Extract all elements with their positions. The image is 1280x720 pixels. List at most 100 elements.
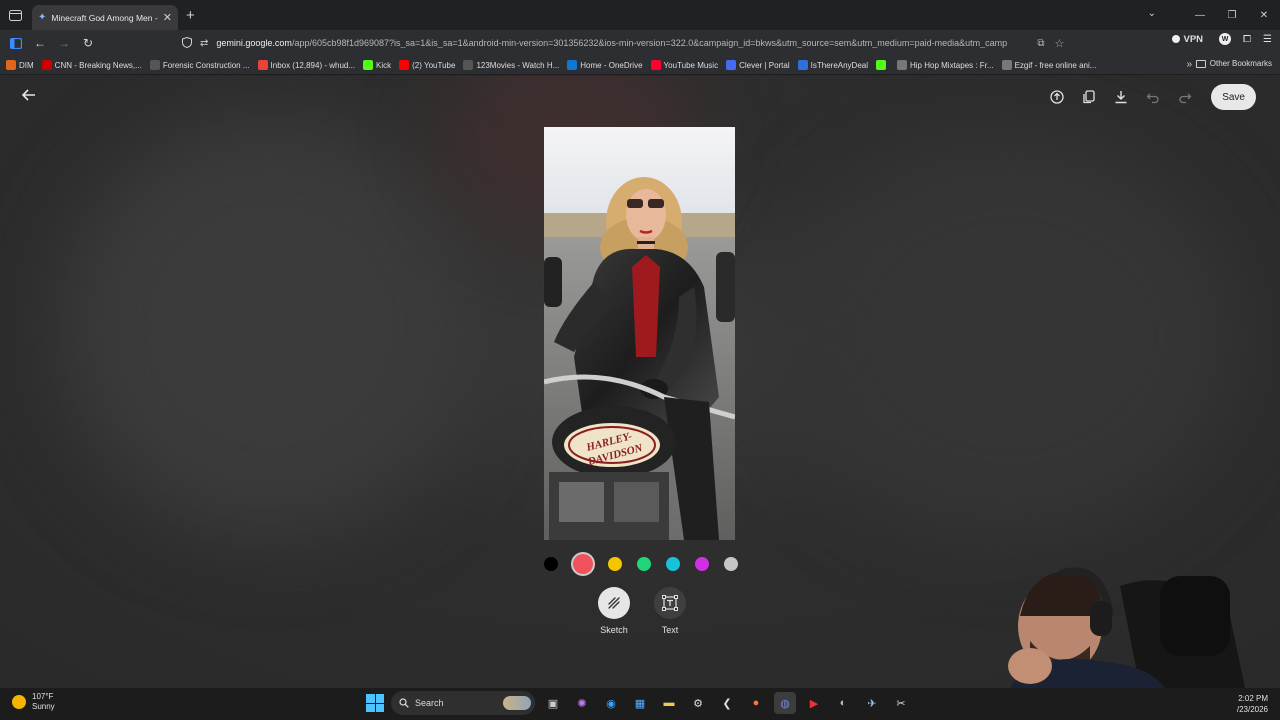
other-bookmarks-button[interactable]: Other Bookmarks (1195, 59, 1272, 68)
folder-icon (1195, 59, 1206, 68)
bookmark-label: Home - OneDrive (580, 60, 643, 70)
weather-text: 107°F Sunny (32, 692, 55, 712)
browser-toolbar: ← → ↻ ⇄ gemini.google.com/app/605cb98f1d… (0, 30, 1280, 56)
sketch-label: Sketch (600, 625, 628, 635)
other-bookmarks-label: Other Bookmarks (1209, 59, 1272, 68)
undo-icon[interactable] (1143, 87, 1163, 107)
weather-widget[interactable]: 107°F Sunny (12, 692, 55, 712)
firefox-icon[interactable]: ● (745, 692, 767, 714)
discord-icon[interactable]: ◍ (774, 692, 796, 714)
bookmark-item[interactable]: Inbox (12,894) - whud... (257, 60, 355, 70)
bookmark-item[interactable] (876, 60, 889, 70)
vpn-icon (1172, 35, 1181, 43)
vpn-button[interactable]: VPN (1172, 34, 1203, 45)
youtube-icon (399, 60, 410, 70)
bookmark-item[interactable]: DIM (6, 60, 34, 70)
webcam-overlay (990, 556, 1260, 688)
dim-icon (6, 60, 16, 70)
app-icon[interactable]: ❮ (716, 692, 738, 714)
menu-icon[interactable]: ☰ (1263, 34, 1272, 45)
system-clock[interactable]: 2:02 PM /23/2026 (1237, 693, 1268, 715)
task-view-icon[interactable]: ▣ (542, 692, 564, 714)
editor-action-bar: Save (1047, 84, 1256, 110)
bookmark-label: Hip Hop Mixtapes : Fr... (910, 60, 994, 70)
text-tool-button[interactable]: Text (652, 587, 688, 635)
redo-icon[interactable] (1175, 87, 1195, 107)
app-icon-2[interactable]: ◐ (832, 692, 854, 714)
steam-icon[interactable]: ✈ (861, 692, 883, 714)
bookmark-item[interactable]: Home - OneDrive (567, 60, 643, 70)
color-swatch[interactable] (608, 557, 622, 571)
bookmark-item[interactable]: YouTube Music (650, 60, 719, 70)
save-button[interactable]: Save (1211, 84, 1256, 110)
file-explorer-icon[interactable]: ▬ (658, 692, 680, 714)
back-icon[interactable]: ← (28, 31, 52, 55)
copilot-icon[interactable]: ✺ (571, 692, 593, 714)
media-player-icon[interactable]: ▶ (803, 692, 825, 714)
color-palette (544, 554, 738, 574)
color-swatch[interactable] (637, 557, 651, 571)
minimize-icon[interactable]: — (1184, 10, 1216, 21)
wallet-icon[interactable]: W (1219, 33, 1232, 45)
edited-photo[interactable]: HARLEY- DAVIDSON (544, 127, 735, 540)
bookmark-item[interactable]: 123Movies - Watch H... (463, 60, 559, 70)
bookmark-item[interactable]: Hip Hop Mixtapes : Fr... (897, 60, 994, 70)
clock-time: 2:02 PM (1238, 694, 1268, 703)
shield-icon[interactable] (182, 36, 192, 50)
close-tab-icon[interactable]: ✕ (163, 11, 172, 24)
weather-condition: Sunny (32, 702, 55, 711)
bookmark-item[interactable]: CNN - Breaking News,... (41, 60, 142, 70)
bookmark-item[interactable]: Ezgif - free online ani... (1001, 60, 1096, 70)
share-icon[interactable] (1047, 87, 1067, 107)
reload-icon[interactable]: ↻ (76, 31, 100, 55)
bookmark-label: IsThereAnyDeal (810, 60, 868, 70)
download-icon[interactable] (1111, 87, 1131, 107)
forward-icon[interactable]: → (52, 31, 76, 55)
extensions-icon[interactable]: ⧠ (1243, 34, 1251, 45)
color-swatch[interactable] (695, 557, 709, 571)
new-tab-button[interactable]: + (186, 7, 195, 24)
bookmark-item[interactable]: IsThereAnyDeal (797, 60, 868, 70)
bookmark-label: YouTube Music (663, 60, 719, 70)
close-window-icon[interactable]: ✕ (1248, 10, 1280, 21)
image-editor-page: Save HARLEY- DAVIDSON Sketch Text (0, 76, 1280, 688)
chevron-down-icon[interactable]: ⌄ (1148, 8, 1156, 19)
gmail-icon (257, 60, 268, 70)
bookmark-star-icon[interactable]: ☆ (1055, 37, 1065, 50)
settings-gear-icon[interactable]: ⚙ (687, 692, 709, 714)
sketch-tool-button[interactable]: Sketch (596, 587, 632, 635)
restore-icon[interactable]: ❐ (1216, 10, 1248, 21)
bookmark-label: CNN - Breaking News,... (54, 60, 142, 70)
tab-list-icon[interactable] (2, 0, 28, 30)
onedrive-icon (567, 60, 578, 70)
address-bar[interactable]: ⇄ gemini.google.com/app/605cb98f1d969087… (178, 33, 1084, 53)
search-highlight-image (503, 696, 531, 710)
edge-icon[interactable]: ◉ (600, 692, 622, 714)
back-arrow-icon[interactable] (21, 88, 42, 108)
url-text: gemini.google.com/app/605cb98f1d969087?i… (216, 38, 1031, 48)
color-swatch[interactable] (666, 557, 680, 571)
color-swatch[interactable] (544, 557, 558, 571)
taskbar-search[interactable]: Search (391, 691, 535, 715)
sidebar-toggle-icon[interactable] (4, 31, 28, 55)
site-settings-icon[interactable]: ⇄ (200, 38, 208, 49)
copy-icon[interactable] (1079, 87, 1099, 107)
more-bookmarks-icon[interactable]: » (1186, 59, 1192, 70)
sun-icon (12, 695, 26, 709)
windows-start-icon[interactable] (366, 694, 384, 712)
bookmark-item[interactable]: Kick (363, 60, 391, 70)
bookmark-item[interactable]: Forensic Construction ... (149, 60, 250, 70)
color-swatch[interactable] (724, 557, 738, 571)
url-path: /app/605cb98f1d969087?is_sa=1&is_sa=1&an… (291, 38, 1008, 48)
browser-tab-active[interactable]: ✦ Minecraft God Among Men - G ✕ (32, 5, 178, 30)
text-box-icon (654, 587, 686, 619)
bookmark-item[interactable]: (2) YouTube (399, 60, 455, 70)
taskbar-apps: Search ▣ ✺ ◉ ▦ ▬ ⚙ ❮ ● ◍ ▶ ◐ ✈ ✂ (366, 691, 912, 715)
background-blur (60, 116, 480, 536)
color-swatch[interactable] (573, 554, 593, 574)
store-icon[interactable]: ▦ (629, 692, 651, 714)
bookmark-label: Kick (376, 60, 392, 70)
bookmark-item[interactable]: Clever | Portal (726, 60, 790, 70)
install-app-icon[interactable]: ⧉ (1037, 38, 1044, 49)
snipping-tool-icon[interactable]: ✂ (890, 692, 912, 714)
